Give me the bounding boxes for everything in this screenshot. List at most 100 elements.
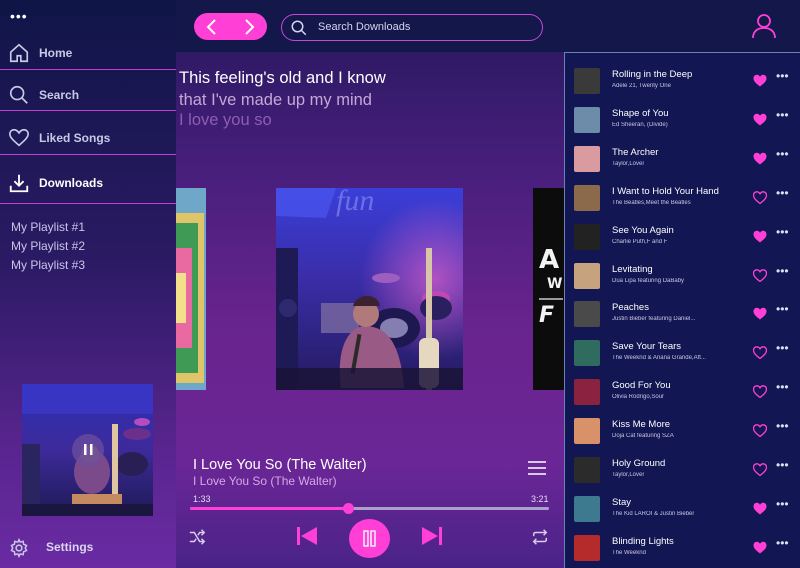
heart-icon[interactable] — [753, 463, 767, 476]
chevron-left-icon[interactable] — [202, 17, 222, 37]
heart-icon[interactable] — [753, 190, 767, 204]
song-artist: The Weeknd & Ariana Grande,Aft... — [612, 355, 706, 362]
song-row[interactable]: The Archer Taylor,Lover ••• — [565, 141, 800, 180]
heart-icon[interactable] — [753, 152, 767, 165]
song-title: Stay — [612, 496, 632, 508]
heart-icon[interactable] — [753, 424, 767, 438]
progress-handle[interactable] — [342, 503, 354, 514]
more-options-icon[interactable]: ••• — [776, 536, 789, 550]
chevron-right-icon[interactable] — [239, 17, 259, 37]
song-row[interactable]: Holy Ground Taylor,Lover ••• — [565, 452, 800, 491]
song-row[interactable]: Peaches Justin Bieber featuring Daniel...… — [565, 296, 800, 335]
skip-forward-icon[interactable] — [421, 526, 443, 546]
song-artist: Olivia Rodrigo,Sour — [612, 394, 665, 401]
gear-icon — [10, 538, 28, 558]
heart-icon[interactable] — [753, 74, 767, 87]
album-thumbnail — [574, 184, 600, 211]
sidebar-item-label: Downloads — [39, 176, 104, 190]
song-title: See You Again — [612, 224, 674, 236]
previous-album-cover[interactable] — [176, 188, 206, 390]
lyric-line-next: that I've made up my mind — [179, 91, 372, 109]
concert-image — [22, 384, 153, 516]
current-album-cover[interactable]: fun — [276, 188, 463, 390]
playlist-item[interactable]: My Playlist #1 — [11, 220, 85, 234]
skip-back-icon[interactable] — [296, 526, 318, 546]
song-row[interactable]: Shape of You Ed Sheeran, (Divide) ••• — [565, 102, 800, 141]
song-artist: Justin Bieber featuring Daniel... — [612, 316, 696, 323]
more-options-icon[interactable]: ••• — [776, 419, 789, 433]
home-icon — [9, 43, 29, 63]
sidebar-item-downloads[interactable]: Downloads — [0, 162, 176, 204]
heart-icon[interactable] — [753, 502, 767, 515]
search-icon — [9, 85, 28, 104]
elapsed-time: 1:33 — [193, 494, 211, 504]
heart-icon[interactable] — [753, 307, 767, 320]
playlist-item[interactable]: My Playlist #3 — [11, 258, 85, 272]
more-options-icon[interactable]: ••• — [776, 69, 789, 83]
divider — [0, 110, 176, 111]
song-row[interactable]: Save Your Tears The Weeknd & Ariana Grand… — [565, 335, 800, 374]
playlist-item[interactable]: My Playlist #2 — [11, 239, 85, 253]
more-options-icon[interactable]: ••• — [776, 186, 789, 200]
svg-text:F: F — [539, 303, 554, 328]
next-album-cover[interactable]: A W F — [533, 188, 564, 390]
sidebar-item-liked-songs[interactable]: Liked Songs — [0, 117, 176, 159]
song-title: Shape of You — [612, 107, 669, 119]
more-options-icon[interactable]: ••• — [776, 380, 789, 394]
album-thumbnail — [574, 340, 600, 367]
song-title: Levitating — [612, 263, 653, 275]
heart-icon[interactable] — [753, 385, 767, 399]
song-row[interactable]: I Want to Hold Your Hand The Beatles,Meet… — [565, 180, 800, 219]
top-bar — [176, 0, 800, 52]
menu-icon[interactable] — [527, 460, 547, 476]
song-row[interactable]: Levitating Dua Lipa featuring DaBaby ••• — [565, 258, 800, 297]
heart-icon[interactable] — [753, 230, 767, 243]
song-title: Rolling in the Deep — [612, 69, 693, 80]
album-thumbnail — [574, 457, 600, 483]
settings-button[interactable]: Settings — [0, 532, 176, 562]
heart-icon[interactable] — [753, 268, 767, 282]
more-options-icon[interactable]: ••• — [776, 108, 789, 122]
more-horizontal-icon[interactable]: ••• — [10, 8, 28, 24]
album-thumbnail — [574, 106, 600, 133]
song-row[interactable]: Rolling in the Deep Adele 21, Twenty One •… — [565, 63, 800, 102]
play-pause-button[interactable] — [349, 519, 390, 558]
song-row[interactable]: Good For You Olivia Rodrigo,Sour ••• — [565, 374, 800, 413]
mini-player-artwork[interactable] — [22, 384, 153, 516]
repeat-icon[interactable] — [531, 528, 549, 546]
shuffle-icon[interactable] — [188, 528, 206, 546]
more-options-icon[interactable]: ••• — [776, 264, 789, 278]
progress-fill — [190, 507, 348, 510]
album-thumbnail — [574, 418, 600, 445]
user-icon[interactable] — [751, 12, 777, 40]
song-row[interactable]: Blinding Lights The Weeknd ••• — [565, 530, 800, 568]
song-row[interactable]: See You Again Charlie Puth,F and F ••• — [565, 219, 800, 258]
song-artist: Doja Cat featuring SZA — [612, 433, 674, 440]
heart-icon[interactable] — [753, 346, 767, 360]
album-thumbnail — [574, 301, 600, 328]
song-artist: Dua Lipa featuring DaBaby — [612, 277, 685, 284]
song-title: The Archer — [612, 146, 659, 158]
track-artist[interactable]: I Love You So (The Walter) — [193, 474, 337, 488]
pause-icon — [363, 530, 376, 547]
more-options-icon[interactable]: ••• — [776, 458, 789, 472]
song-title: Good For You — [612, 380, 671, 392]
downloads-song-list: Rolling in the Deep Adele 21, Twenty One •… — [564, 52, 800, 568]
more-options-icon[interactable]: ••• — [776, 302, 789, 316]
more-options-icon[interactable]: ••• — [776, 147, 789, 161]
song-row[interactable]: Stay The Kid LAROI & Justin Bieber ••• — [565, 491, 800, 530]
sidebar-item-home[interactable]: Home — [0, 32, 176, 74]
more-options-icon[interactable]: ••• — [776, 225, 789, 239]
song-artist: Adele 21, Twenty One — [612, 83, 671, 89]
song-title: Kiss Me More — [612, 419, 671, 431]
album-thumbnail — [574, 262, 600, 289]
album-thumbnail — [574, 534, 600, 561]
progress-bar[interactable] — [190, 503, 549, 514]
more-options-icon[interactable]: ••• — [776, 341, 789, 355]
song-row[interactable]: Kiss Me More Doja Cat featuring SZA ••• — [565, 413, 800, 452]
more-options-icon[interactable]: ••• — [776, 497, 789, 511]
search-input[interactable] — [318, 18, 538, 36]
heart-icon[interactable] — [753, 113, 767, 126]
heart-icon[interactable] — [753, 541, 767, 554]
history-nav — [194, 13, 267, 40]
